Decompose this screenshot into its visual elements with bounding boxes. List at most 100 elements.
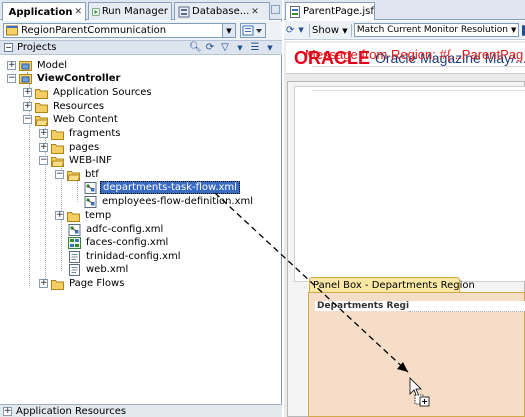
tab-database[interactable]: Database... ✕ (174, 2, 270, 20)
tree-item-label: btf (85, 169, 99, 180)
panel-box-header[interactable]: Panel Box - Departments Region (309, 277, 475, 292)
application-icon (6, 25, 18, 36)
tree-guide (77, 180, 78, 202)
show-menu[interactable]: Show ▼ (312, 25, 348, 36)
tree-item-label: employees-flow-definition.xml (102, 196, 254, 207)
tree-item-label: ViewController (37, 73, 121, 84)
tree-item-label: temp (85, 210, 112, 221)
tree-item-label: Application Sources (53, 87, 152, 98)
navigator-tab-bar: Application ✕ Run Manager Database... ✕ (0, 0, 282, 21)
expand-icon[interactable]: + (39, 143, 48, 152)
expand-icon[interactable]: + (55, 211, 64, 220)
application-resources-header[interactable]: + Application Resources (0, 404, 282, 417)
application-icon (6, 11, 7, 13)
tab-database-label: Database... (192, 6, 250, 17)
search-icon[interactable]: 🔍︎ (189, 42, 202, 54)
projects-title: Projects (17, 42, 57, 53)
tree-item-faces-config[interactable]: faces-config.xml (68, 236, 170, 249)
tab-application[interactable]: Application ✕ (2, 2, 86, 21)
tree-item-fragments[interactable]: + fragments (39, 127, 122, 140)
tree-item-pages[interactable]: + pages (39, 141, 101, 154)
folder-icon (51, 279, 64, 290)
expand-icon[interactable]: + (23, 102, 32, 111)
projects-panel-header[interactable]: − Projects 🔍︎ ⟳ ▽ ▼ ☰ ▼ (0, 40, 282, 55)
tree-item-web-inf[interactable]: − WEB-INF (39, 154, 114, 167)
tab-run-manager-label: Run Manager (101, 6, 168, 17)
editor-toolbar: ⟳ ▼ Show ▼ Match Current Monitor Resolut… (284, 21, 525, 40)
chevron-down-icon: ▼ (342, 26, 348, 35)
tree-item-web-xml[interactable]: web.xml (68, 263, 130, 276)
task-flow-icon (84, 195, 97, 208)
region-strip (409, 301, 525, 312)
collapse-icon[interactable]: − (39, 156, 48, 165)
refresh-icon[interactable]: ⟳ (286, 25, 294, 36)
xml-file-icon (69, 263, 80, 276)
application-selector[interactable]: RegionParentCommunication ▼ (3, 23, 236, 38)
chevron-down-icon[interactable]: ▼ (222, 24, 235, 37)
folder-icon (51, 129, 64, 140)
resolution-value: Match Current Monitor Resolution (356, 25, 508, 35)
application-navigator: Application ✕ Run Manager Database... ✕ … (0, 0, 282, 417)
faces-config-icon (68, 236, 81, 249)
tree-item-model[interactable]: + Model (7, 59, 69, 72)
tree-item-btf[interactable]: − btf (55, 168, 101, 181)
folder-icon (35, 102, 48, 113)
chevron-down-icon[interactable]: ▼ (234, 42, 246, 54)
tree-item-viewcontroller[interactable]: − ViewController (7, 72, 123, 85)
application-menu-icon (242, 25, 262, 36)
tree-item-label: Model (37, 60, 68, 71)
resolution-select[interactable]: Match Current Monitor Resolution ▼ (353, 23, 520, 37)
tree-item-employees-flow-definition[interactable]: employees-flow-definition.xml (84, 195, 255, 208)
expand-icon[interactable]: + (23, 88, 32, 97)
tree-item-departments-task-flow[interactable]: departments-task-flow.xml (84, 181, 240, 194)
collapse-icon[interactable]: − (23, 115, 32, 124)
tree-item-page-flows[interactable]: + Page Flows (39, 277, 126, 290)
region-label: Departments Region (315, 301, 424, 311)
expand-icon[interactable]: + (39, 279, 48, 288)
folder-icon (67, 211, 80, 222)
view-options-icon[interactable]: ☰ (249, 42, 261, 54)
project-icon (19, 73, 32, 84)
tree-item-adfc-config[interactable]: adfc-config.xml (68, 223, 165, 236)
task-flow-icon (84, 181, 97, 194)
expand-icon[interactable]: + (3, 406, 12, 416)
run-manager-icon (92, 7, 100, 16)
folder-open-icon (67, 170, 80, 181)
collapse-icon[interactable]: − (4, 43, 13, 52)
application-menu-button[interactable] (240, 23, 266, 38)
database-icon (178, 6, 190, 17)
collapse-icon[interactable]: − (55, 170, 64, 179)
chevron-down-icon[interactable]: ▼ (298, 26, 303, 34)
tab-application-label: Application (8, 6, 73, 18)
application-resources-label: Application Resources (16, 405, 127, 417)
sync-icon[interactable]: ⟳ (204, 42, 216, 54)
show-label: Show (312, 24, 340, 36)
tree-item-label: pages (69, 142, 100, 153)
chevron-down-icon[interactable]: ▼ (264, 42, 276, 54)
panel-box-departments-region[interactable]: Departments Region (308, 292, 525, 417)
close-icon[interactable]: ✕ (251, 7, 259, 17)
tree-item-application-sources[interactable]: + Application Sources (23, 86, 154, 99)
maximize-icon[interactable] (271, 5, 280, 14)
tree-item-trinidad-config[interactable]: trinidad-config.xml (68, 250, 183, 263)
xml-file-icon (69, 250, 80, 263)
filter-icon[interactable]: ▽ (219, 42, 231, 54)
tree-item-label: Page Flows (69, 278, 125, 289)
tree-item-temp[interactable]: + temp (55, 209, 113, 222)
tab-run-manager[interactable]: Run Manager (88, 2, 172, 20)
tree-item-label: faces-config.xml (86, 237, 169, 248)
folder-open-icon (35, 115, 48, 126)
close-icon[interactable]: ✕ (74, 7, 82, 17)
folder-icon (51, 143, 64, 154)
panel-box-title: Panel Box - Departments Region (313, 279, 475, 291)
tree-item-web-content[interactable]: − Web Content (23, 113, 120, 126)
collapse-icon[interactable]: − (7, 74, 16, 83)
expand-icon[interactable]: + (39, 129, 48, 138)
tab-parentpage[interactable]: ParentPage.jsf (285, 2, 375, 20)
tree-item-label: WEB-INF (69, 155, 112, 166)
tree-item-resources[interactable]: + Resources (23, 100, 106, 113)
expand-icon[interactable]: + (7, 61, 16, 70)
tree-item-label: departments-task-flow.xml (100, 181, 240, 194)
project-icon (19, 60, 32, 71)
folder-icon (35, 88, 48, 99)
